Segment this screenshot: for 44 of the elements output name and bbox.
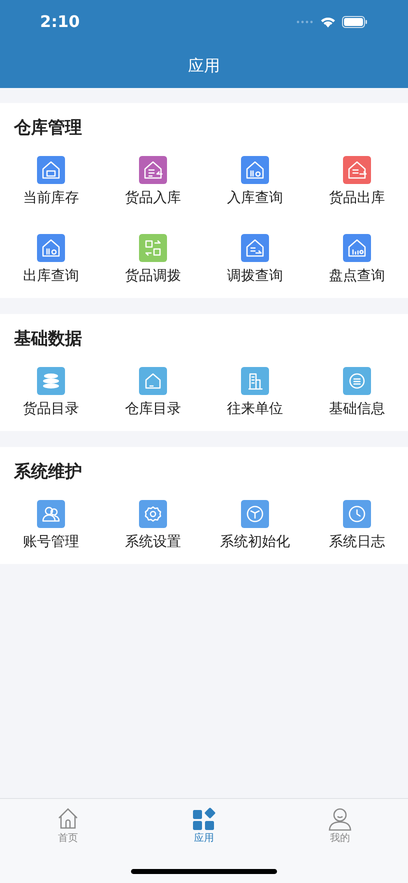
house-icon[interactable] [37,156,65,184]
app-label[interactable]: 货品出库 [329,188,385,208]
page-title: 应用 [188,55,220,77]
wifi-icon [320,16,336,28]
app-label[interactable]: 货品入库 [125,188,181,208]
app-label[interactable]: 调拨查询 [227,266,283,286]
battery-icon [342,16,368,28]
app-label[interactable]: 货品目录 [23,399,79,419]
house-icon[interactable] [343,156,371,184]
app-label[interactable]: 系统设置 [125,532,181,552]
house-icon[interactable] [241,234,269,262]
home-icon [56,807,80,831]
app-label[interactable]: 系统日志 [329,532,385,552]
house-icon[interactable] [139,367,167,395]
app-label[interactable]: 货品调拨 [125,266,181,286]
section-title: 基础数据 [13,328,83,351]
app-label[interactable]: 盘点查询 [329,266,385,286]
signal-icon [296,20,314,24]
cube-icon[interactable] [241,500,269,528]
list-icon[interactable] [343,367,371,395]
building-icon[interactable] [241,367,269,395]
status-time: 2:10 [40,11,80,33]
app-label[interactable]: 仓库目录 [125,399,181,419]
stack-icon[interactable] [37,367,65,395]
app-label[interactable]: 出库查询 [23,266,79,286]
app-label[interactable]: 系统初始化 [220,532,290,552]
clock-icon[interactable] [343,500,371,528]
app-label[interactable]: 当前库存 [23,188,79,208]
section-title: 系统维护 [13,461,83,484]
house-icon[interactable] [37,234,65,262]
house-icon[interactable] [343,234,371,262]
swap-icon[interactable] [139,234,167,262]
section-title: 仓库管理 [12,117,83,140]
users-icon[interactable] [37,500,65,528]
tab-button[interactable]: 应用 [136,807,272,846]
user-icon [328,807,352,831]
app-label[interactable]: 账号管理 [23,532,79,552]
gear-icon[interactable] [139,500,167,528]
house-icon[interactable] [241,156,269,184]
house-icon[interactable] [139,156,167,184]
app-label[interactable]: 基础信息 [329,399,385,419]
app-label[interactable]: 往来单位 [227,399,283,419]
apps-icon [192,807,216,831]
app-label[interactable]: 入库查询 [227,188,283,208]
